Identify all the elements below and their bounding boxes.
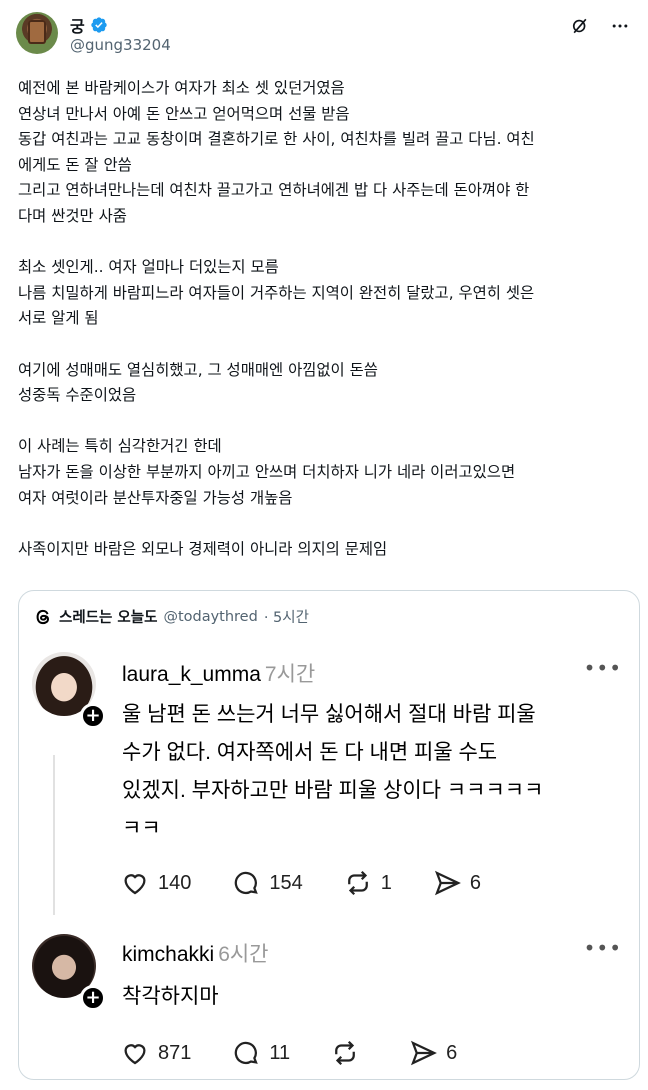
like-action: 140 — [120, 868, 191, 898]
follow-plus-icon: + — [80, 985, 106, 1011]
post-time: 7시간 — [264, 663, 316, 686]
tweet-paragraph: 여기에 성매매도 열심히했고, 그 성매매엔 아낌없이 돈씀 성중독 수준이었음 — [18, 360, 378, 405]
comment-icon — [235, 871, 259, 895]
threads-post: + kimchakki 6시간 ••• 착각하지마 — [32, 934, 628, 1024]
repost-action: 1 — [343, 868, 392, 898]
comment-count: 154 — [269, 871, 303, 894]
post-text: 울 남편 돈 쓰는거 너무 싫어해서 절대 바람 피울 수가 없다. 여자쪽에서… — [122, 703, 544, 840]
tweet-paragraph: 최소 셋인게.. 여자 얼마나 더있는지 모름 나름 치밀하게 바람피느라 여자… — [18, 258, 535, 328]
comment-action: 154 — [231, 868, 303, 898]
post-username: kimchakki 6시간 — [122, 938, 269, 968]
share-icon — [434, 870, 461, 896]
like-count: 871 — [158, 1041, 192, 1064]
author-avatar[interactable] — [16, 12, 58, 54]
share-icon — [411, 1040, 438, 1066]
quoted-tweet-header: 스레드는 오늘도 @todaythred · 5시간 — [33, 606, 309, 627]
comment-icon — [235, 1041, 259, 1065]
post-text: 착각하지마 — [122, 985, 219, 1008]
threads-logo-icon — [36, 609, 50, 624]
share-count: 6 — [469, 871, 481, 894]
share-count: 6 — [446, 1041, 458, 1064]
repost-count: 1 — [380, 871, 392, 894]
comment-action: 11 — [231, 1038, 290, 1068]
post-time: 6시간 — [218, 943, 269, 966]
share-action: 6 — [432, 868, 481, 898]
heart-icon — [124, 1044, 146, 1065]
follow-plus-icon: + — [80, 703, 106, 729]
quoted-time: · 5시간 — [263, 610, 309, 626]
post-more-icon: ••• — [583, 656, 622, 680]
tweet-paragraph: 사족이지만 바람은 외모나 경제력이 아니라 의지의 문제임 — [18, 539, 388, 558]
grok-icon[interactable] — [570, 16, 590, 36]
post-username-text: kimchakki — [122, 943, 215, 966]
post-more-icon: ••• — [583, 936, 622, 960]
heart-icon — [124, 874, 146, 895]
author-name[interactable]: 궁 — [70, 13, 85, 37]
verified-badge-icon — [91, 17, 107, 33]
repost-action — [330, 1038, 368, 1068]
tweet-paragraph: 이 사례는 특히 심각한거긴 한데 남자가 돈을 이상한 부분까지 아끼고 안쓰… — [18, 437, 516, 507]
more-icon[interactable] — [610, 16, 630, 36]
like-action: 871 — [120, 1038, 191, 1068]
repost-icon — [335, 1040, 356, 1066]
post-actions: 871 11 6 — [120, 1038, 497, 1068]
tweet-text: 예전에 본 바람케이스가 여자가 최소 셋 있던거였음 연상녀 만나서 아예 돈… — [18, 76, 632, 562]
threads-post: + laura_k_umma 7시간 ••• 울 남편 돈 쓰는거 너무 싫어해서… — [32, 652, 628, 902]
post-actions: 140 154 1 6 — [120, 868, 521, 898]
tweet-top-actions — [570, 16, 630, 36]
tweet-paragraph: 예전에 본 바람케이스가 여자가 최소 셋 있던거였음 연상녀 만나서 아예 돈… — [18, 79, 535, 225]
quoted-author-handle: @todaythred — [163, 608, 258, 625]
quoted-author-name: 스레드는 오늘도 — [59, 610, 158, 626]
post-username-text: laura_k_umma — [122, 663, 261, 686]
author-name-row: 궁 — [70, 13, 108, 37]
like-count: 140 — [158, 871, 192, 894]
post-username: laura_k_umma 7시간 — [122, 658, 315, 688]
repost-icon — [347, 870, 368, 896]
comment-count: 11 — [269, 1041, 291, 1064]
share-action: 6 — [408, 1038, 457, 1068]
author-handle[interactable]: @gung33204 — [70, 36, 171, 54]
